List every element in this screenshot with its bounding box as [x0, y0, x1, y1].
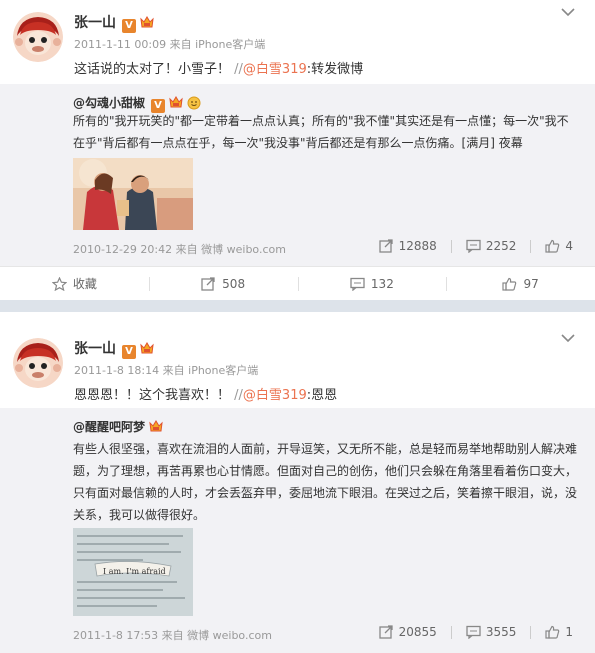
- favorite-label: 收藏: [72, 277, 97, 291]
- comment-icon: [350, 277, 365, 291]
- repost-stats: 20855 3555 1: [378, 625, 573, 639]
- post-text-tail: :恩恩: [306, 388, 338, 403]
- repost-image[interactable]: [73, 158, 193, 230]
- like-button-count: 97: [523, 276, 539, 291]
- divider: [450, 239, 452, 253]
- chevron-down-icon[interactable]: [561, 332, 575, 346]
- repost-image[interactable]: I am. I'm afraid: [73, 528, 193, 616]
- comment-button[interactable]: 132: [297, 267, 447, 300]
- repost-box: @醒醒吧阿梦 有些人很坚强，喜欢在流泪的人面前，开导逗笑，又无所不能，总是轻而易…: [0, 408, 595, 653]
- avatar[interactable]: [13, 12, 63, 62]
- repost-count[interactable]: 12888: [378, 239, 437, 253]
- repost-box: @勾魂小甜椒 V 所有的"我开玩笑的"都一定带着一点点认真；所有的"我不懂"其实还…: [0, 84, 595, 266]
- comment-count-value: 2252: [485, 239, 517, 253]
- post-source[interactable]: 来自 iPhone客户端: [163, 364, 259, 377]
- crown-member-icon: [139, 340, 155, 360]
- divider: [450, 625, 452, 639]
- comment-count[interactable]: 3555: [466, 625, 517, 639]
- post-text-main: 恩恩恩！！这个我喜欢！！: [74, 388, 231, 403]
- monkey-avatar-icon: [13, 12, 63, 62]
- action-bar: 收藏 508 132 97: [0, 266, 595, 300]
- repost-icon: [201, 276, 215, 291]
- like-icon: [545, 625, 560, 639]
- weibo-card: 张一山 V 2011-1-8 18:14 来自 iPhone客户端 恩恩恩！！这个…: [0, 312, 595, 653]
- chevron-down-icon[interactable]: [561, 6, 575, 20]
- avatar[interactable]: [13, 338, 63, 388]
- post-source[interactable]: 来自 iPhone客户端: [170, 38, 266, 51]
- like-icon: [502, 277, 517, 291]
- repost-author-text[interactable]: @醒醒吧阿梦: [73, 420, 145, 434]
- like-count-value: 4: [565, 239, 573, 253]
- monkey-avatar-icon: [13, 338, 63, 388]
- post-text: 恩恩恩！！这个我喜欢！！ //@白雪319:恩恩: [74, 384, 337, 403]
- repost-author-text[interactable]: @勾魂小甜椒: [73, 96, 145, 110]
- star-icon: [51, 276, 67, 291]
- verified-v-icon: V: [122, 19, 136, 33]
- repost-text: 有些人很坚强，喜欢在流泪的人面前，开导逗笑，又无所不能，总是轻而易举地帮助别人解…: [73, 442, 578, 522]
- repost-icon: [378, 625, 393, 639]
- like-count[interactable]: 4: [545, 239, 573, 253]
- post-meta: 2011-1-11 00:09 来自 iPhone客户端: [74, 36, 265, 52]
- author-name[interactable]: 张一山 V: [74, 338, 155, 360]
- post-text: 这话说的太对了！小雪子！ //@白雪319:转发微博: [74, 58, 363, 77]
- repost-text: 所有的"我开玩笑的"都一定带着一点点认真；所有的"我不懂"其实还是有一点懂；每一…: [73, 114, 569, 150]
- post-time[interactable]: 2011-1-11 00:09: [74, 38, 166, 51]
- repost-stats: 12888 2252 4: [378, 239, 573, 253]
- repost-meta: 2010-12-29 20:42 来自 微博 weibo.com: [73, 241, 286, 257]
- repost-icon: [378, 239, 393, 253]
- like-count[interactable]: 1: [545, 625, 573, 639]
- post-text-sep: //: [234, 388, 243, 403]
- repost-author[interactable]: @醒醒吧阿梦: [73, 418, 164, 437]
- repost-time[interactable]: 2011-1-8 17:53: [73, 629, 158, 642]
- verified-v-icon: V: [122, 345, 136, 359]
- like-count-value: 1: [565, 625, 573, 639]
- post-meta: 2011-1-8 18:14 来自 iPhone客户端: [74, 362, 258, 378]
- weibo-card: 张一山 V 2011-1-11 00:09 来自 iPhone客户端 这话说的太对…: [0, 0, 595, 300]
- repost-meta: 2011-1-8 17:53 来自 微博 weibo.com: [73, 627, 272, 643]
- mention-link[interactable]: @白雪319: [243, 388, 307, 403]
- post-text-sep: //: [234, 62, 243, 77]
- author-name-text[interactable]: 张一山: [74, 341, 116, 357]
- comment-button-count: 132: [370, 276, 394, 291]
- favorite-button[interactable]: 收藏: [0, 267, 149, 300]
- comment-count[interactable]: 2252: [466, 239, 517, 253]
- repost-button-count: 508: [222, 276, 246, 291]
- crown-member-icon: [148, 418, 164, 437]
- mention-link[interactable]: @白雪319: [243, 62, 307, 77]
- repost-source[interactable]: 来自 微博 weibo.com: [162, 629, 272, 642]
- repost-count-value: 20855: [398, 625, 437, 639]
- repost-image-caption: I am. I'm afraid: [103, 567, 166, 576]
- post-time[interactable]: 2011-1-8 18:14: [74, 364, 159, 377]
- like-icon: [545, 239, 560, 253]
- crown-member-icon: [139, 14, 155, 34]
- author-name[interactable]: 张一山 V: [74, 12, 155, 34]
- repost-time[interactable]: 2010-12-29 20:42: [73, 243, 172, 256]
- post-text-tail: :转发微博: [306, 62, 364, 77]
- divider: [530, 625, 532, 639]
- repost-button[interactable]: 508: [148, 267, 298, 300]
- comment-count-value: 3555: [485, 625, 517, 639]
- divider: [530, 239, 532, 253]
- like-button[interactable]: 97: [446, 267, 595, 300]
- post-text-main: 这话说的太对了！小雪子！: [74, 62, 231, 77]
- repost-count-value: 12888: [398, 239, 437, 253]
- repost-source[interactable]: 来自 微博 weibo.com: [176, 243, 286, 256]
- comment-icon: [466, 239, 481, 253]
- repost-count[interactable]: 20855: [378, 625, 437, 639]
- comment-icon: [466, 625, 481, 639]
- author-name-text[interactable]: 张一山: [74, 15, 116, 31]
